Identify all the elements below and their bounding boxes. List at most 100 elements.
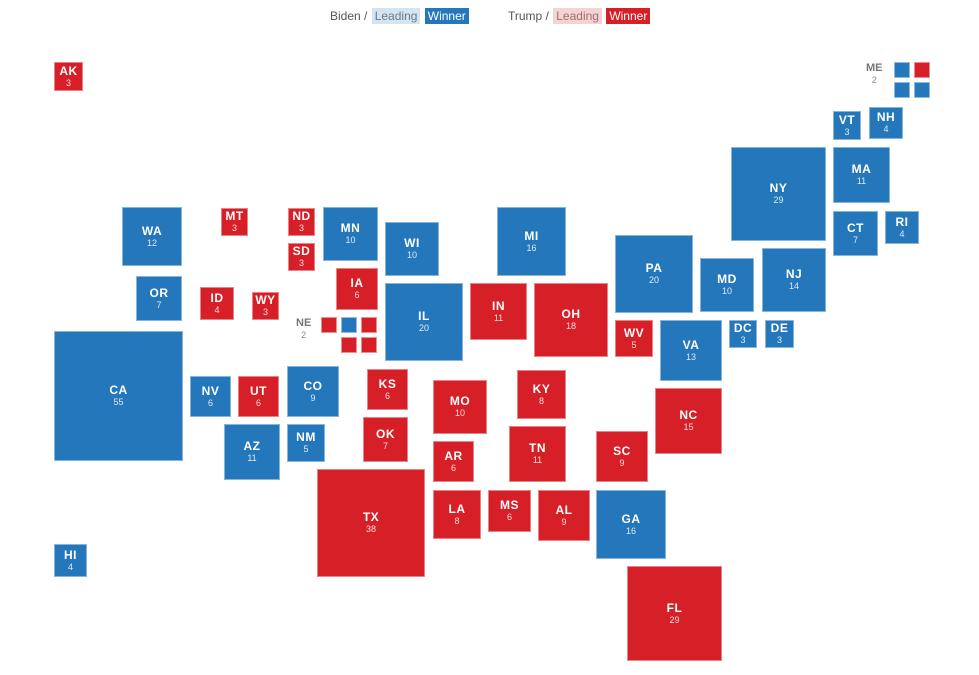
state-tile-wy[interactable]: WY 3 (252, 292, 279, 320)
state-tile-oh[interactable]: OH 18 (534, 283, 608, 357)
state-tile-sc[interactable]: SC 9 (596, 431, 648, 482)
district-tile-me-3[interactable] (894, 82, 910, 98)
state-ev: 9 (619, 457, 625, 468)
state-tile-co[interactable]: CO 9 (287, 366, 339, 417)
state-tile-nd[interactable]: ND 3 (288, 208, 315, 236)
state-tile-ok[interactable]: OK 7 (363, 417, 408, 462)
state-tile-ny[interactable]: NY 29 (731, 147, 826, 241)
state-ev: 55 (113, 397, 124, 407)
state-tile-wi[interactable]: WI 10 (385, 222, 439, 276)
state-tile-wv[interactable]: WV 5 (615, 320, 653, 357)
state-tile-md[interactable]: MD 10 (700, 258, 754, 312)
state-tile-nv[interactable]: NV 6 (190, 376, 231, 417)
state-abbr: WY (255, 293, 276, 307)
state-tile-ca[interactable]: CA 55 (54, 331, 183, 461)
state-tile-az[interactable]: AZ 11 (224, 424, 280, 480)
state-ev: 29 (669, 614, 680, 625)
state-tile-ga[interactable]: GA 16 (596, 490, 666, 559)
state-tile-ia[interactable]: IA 6 (336, 268, 378, 310)
state-ev: 29 (773, 195, 784, 205)
state-abbr: NM (296, 430, 316, 444)
state-ev: 3 (776, 335, 782, 345)
state-ev: 11 (493, 312, 504, 323)
district-tile-ne-3[interactable] (361, 317, 377, 333)
state-abbr: NJ (785, 267, 803, 281)
state-tile-in[interactable]: IN 11 (470, 283, 527, 340)
state-tile-la[interactable]: LA 8 (433, 490, 481, 539)
state-ev: 14 (788, 281, 799, 291)
state-abbr: OR (149, 285, 169, 300)
state-tile-il[interactable]: IL 20 (385, 283, 463, 361)
state-ev: 3 (298, 258, 304, 268)
state-ev: 15 (683, 422, 694, 432)
state-ev: 4 (899, 228, 905, 239)
state-tile-fl[interactable]: FL 29 (627, 566, 722, 661)
state-abbr: MA (851, 162, 872, 176)
state-ev: 5 (303, 444, 309, 454)
state-abbr: TN (529, 441, 546, 455)
state-ev: 3 (844, 126, 850, 137)
state-tile-id[interactable]: ID 4 (200, 287, 234, 320)
state-abbr: NC (679, 408, 698, 422)
state-tile-mt[interactable]: MT 3 (221, 208, 248, 236)
state-tile-pa[interactable]: PA 20 (615, 235, 693, 313)
state-tile-ky[interactable]: KY 8 (517, 370, 566, 419)
state-tile-nh[interactable]: NH 4 (869, 107, 903, 139)
state-ev: 7 (382, 440, 388, 451)
state-ev: 8 (538, 395, 544, 406)
state-ev: 6 (506, 512, 512, 522)
state-tile-ms[interactable]: MS 6 (488, 490, 531, 532)
state-label-ne: NE 2 (296, 317, 311, 341)
state-tile-ks[interactable]: KS 6 (367, 369, 408, 410)
state-tile-mi[interactable]: MI 16 (497, 207, 566, 276)
state-ev: 4 (883, 124, 889, 134)
state-tile-ct[interactable]: CT 7 (833, 211, 878, 256)
state-abbr: CO (303, 378, 323, 393)
state-ev: 16 (625, 525, 636, 536)
district-tile-me-4[interactable] (914, 82, 930, 98)
state-tile-dc[interactable]: DC 3 (729, 320, 757, 348)
state-tile-va[interactable]: VA 13 (660, 320, 722, 381)
state-tile-tx[interactable]: TX 38 (317, 469, 425, 577)
district-tile-ne-2[interactable] (341, 317, 357, 333)
state-ev: 16 (526, 242, 537, 253)
state-tile-nc[interactable]: NC 15 (655, 388, 722, 454)
district-tile-ne-4[interactable] (341, 337, 357, 353)
state-abbr: IA (350, 276, 364, 290)
state-ev: 3 (298, 223, 304, 233)
state-abbr: AR (444, 448, 463, 463)
state-tile-ma[interactable]: MA 11 (833, 147, 890, 203)
state-tile-mn[interactable]: MN 10 (323, 207, 378, 261)
state-tile-vt[interactable]: VT 3 (833, 111, 861, 140)
state-abbr: OK (376, 426, 395, 441)
state-tile-mo[interactable]: MO 10 (433, 380, 487, 434)
state-tile-ut[interactable]: UT 6 (238, 376, 279, 417)
state-tile-al[interactable]: AL 9 (538, 490, 590, 541)
state-tile-de[interactable]: DE 3 (765, 320, 794, 348)
state-tile-ri[interactable]: RI 4 (885, 211, 919, 244)
state-ev: 7 (156, 299, 162, 310)
state-ev: 11 (856, 176, 867, 186)
state-abbr: MN (340, 221, 361, 235)
state-tile-or[interactable]: OR 7 (136, 276, 182, 321)
state-tile-wa[interactable]: WA 12 (122, 207, 182, 266)
state-abbr: PA (645, 261, 663, 275)
district-tile-me-1[interactable] (894, 62, 910, 78)
state-abbr: AL (555, 502, 573, 517)
district-tile-ne-1[interactable] (321, 317, 337, 333)
state-abbr: TX (362, 510, 380, 524)
state-tile-nm[interactable]: NM 5 (287, 424, 325, 462)
district-tile-me-2[interactable] (914, 62, 930, 78)
state-tile-ak[interactable]: AK 3 (54, 62, 83, 91)
state-abbr: CA (109, 383, 128, 397)
state-tile-sd[interactable]: SD 3 (288, 243, 315, 271)
state-tile-nj[interactable]: NJ 14 (762, 248, 826, 312)
state-ev: 12 (146, 237, 157, 248)
state-abbr: ME (866, 62, 883, 74)
state-tile-tn[interactable]: TN 11 (509, 426, 566, 482)
state-tile-ar[interactable]: AR 6 (433, 441, 474, 482)
state-ev: 8 (454, 515, 460, 526)
district-tile-ne-5[interactable] (361, 337, 377, 353)
state-tile-hi[interactable]: HI 4 (54, 544, 87, 577)
state-abbr: MT (225, 209, 244, 223)
